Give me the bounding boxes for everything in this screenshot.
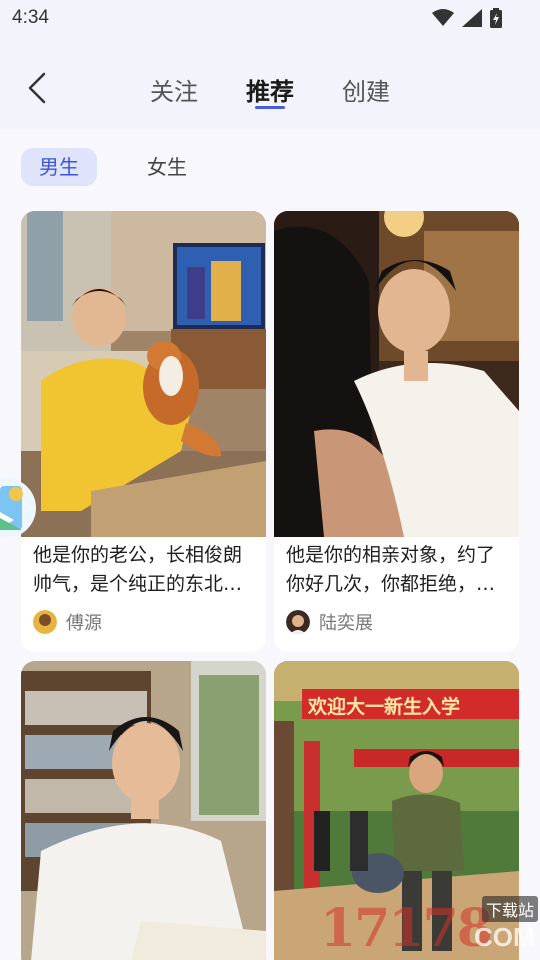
wifi-icon [432,9,454,26]
watermark-suffix: COM [474,922,535,952]
filter-female[interactable]: 女生 [129,148,205,186]
card-image [274,211,519,537]
status-time: 4:34 [12,7,49,28]
author-name: 陆奕展 [319,613,373,634]
card-author: 傅源 [33,609,102,635]
author-name: 傅源 [66,613,102,634]
card-image [21,211,266,537]
tab-follow[interactable]: 关注 [150,72,198,107]
watermark-sub: 下载站 [482,896,538,922]
signal-icon [462,9,482,27]
banner-text: 欢迎大一新生入学 [308,696,461,718]
character-card[interactable] [21,661,266,960]
battery-icon [490,8,502,28]
feed: 男生 女生 他是你的老公，长相俊朗帅气，是个纯正的东北… 傅源 他是你的相亲对象… [0,130,540,960]
tab-active-indicator [255,106,285,109]
avatar [33,610,57,634]
status-bar: 4:34 [0,0,540,38]
card-description: 他是你的相亲对象，约了你好几次，你都拒绝，… [286,544,496,595]
avatar [286,610,310,634]
card-image [21,661,266,960]
filter-male[interactable]: 男生 [21,148,97,186]
card-author: 陆奕展 [286,609,373,635]
top-nav: 关注 推荐 创建 [0,38,540,130]
character-card[interactable]: 他是你的老公，长相俊朗帅气，是个纯正的东北… 傅源 [21,211,266,652]
character-card[interactable]: 他是你的相亲对象，约了你好几次，你都拒绝，… 陆奕展 [274,211,519,652]
tab-create[interactable]: 创建 [342,72,390,107]
card-description: 他是你的老公，长相俊朗帅气，是个纯正的东北… [33,544,243,595]
watermark: 17178 COM 下载站 [308,896,538,960]
status-icons [432,8,502,28]
tab-recommend[interactable]: 推荐 [246,72,294,107]
watermark-text: 17178 [320,898,493,959]
